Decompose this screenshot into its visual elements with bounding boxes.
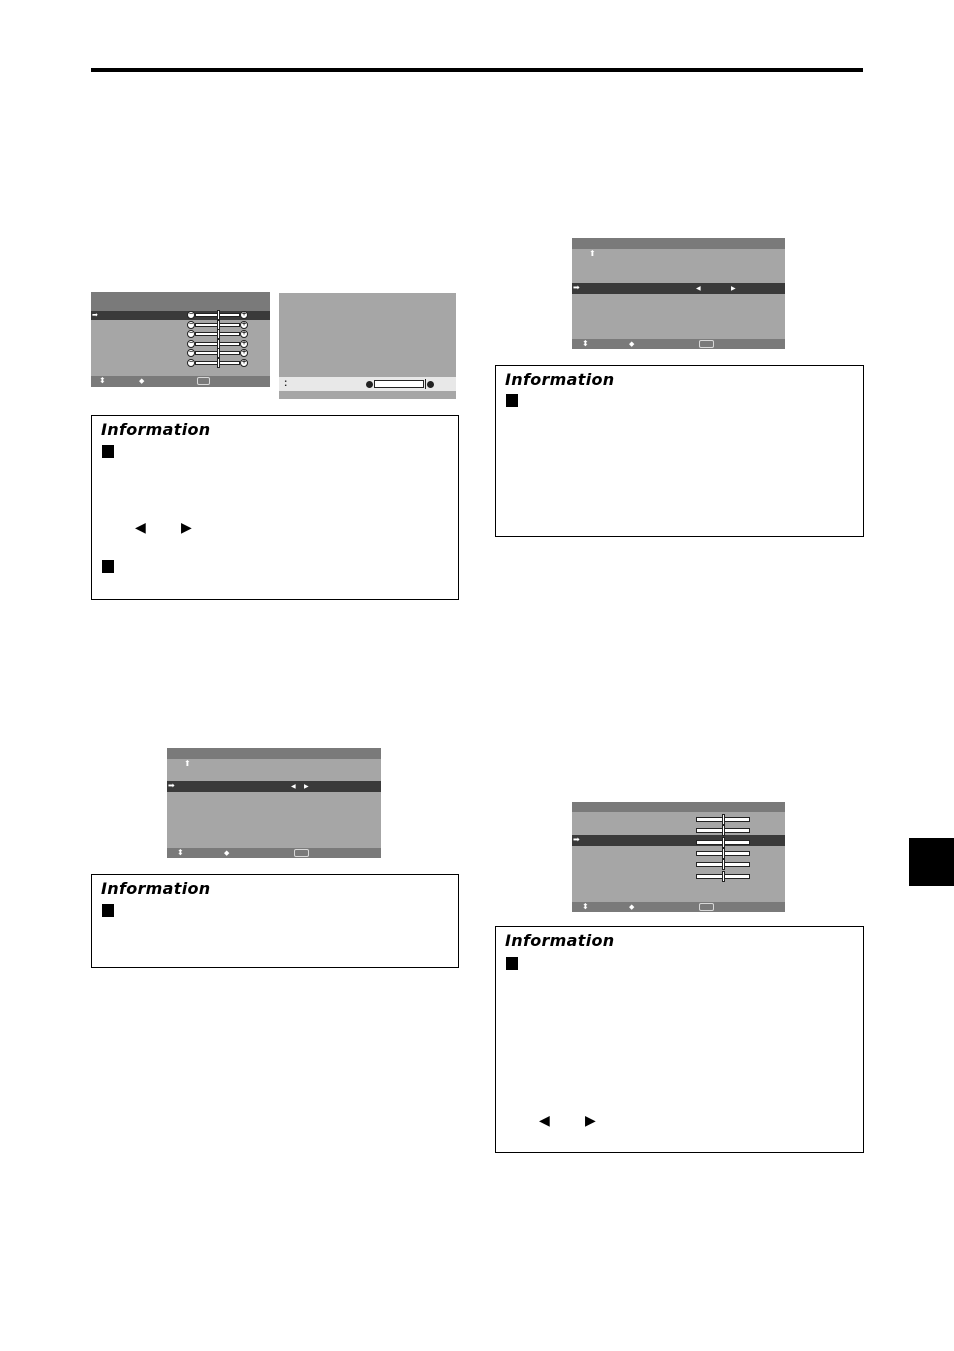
menu-footer: ⬍ ◆ [572,902,785,912]
slider-knob[interactable] [722,870,725,882]
slider-row-6[interactable]: − + [187,357,252,368]
slider-row-4[interactable] [696,847,750,859]
bullet-square [102,560,114,573]
color-adjust-screen: ➡ ⬍ ◆ [572,802,785,912]
slider-knob[interactable] [722,814,725,825]
information-box-4: Information ◀ ▶ [495,926,864,1153]
plus-icon [427,381,434,388]
slider-row-1[interactable]: − + [187,310,252,320]
minus-icon: − [187,311,195,319]
slider-row-2[interactable]: − + [187,319,252,330]
slider-knob[interactable] [216,319,220,330]
menu-footer: ⬍ ◆ [572,339,785,349]
menu-title-bar [572,238,785,249]
information-title: Information [101,879,211,898]
left-triangle-icon[interactable]: ◀ [696,285,701,293]
adjust-slider-end [425,379,426,389]
left-right-icon: ◆ [139,377,145,385]
menu-title-bar [167,748,381,759]
right-triangle-icon[interactable]: ▶ [304,783,309,791]
up-arrow-icon[interactable]: ⬆ [184,760,191,768]
slider-row-2[interactable] [696,825,750,837]
bullet-square [506,394,518,407]
menu-title-bar [91,292,270,311]
slider-knob[interactable] [722,825,725,837]
bullet-square [506,957,518,970]
information-title: Information [505,370,615,389]
up-arrow-icon[interactable]: ⬆ [589,250,596,258]
bullet-square [102,904,114,917]
up-down-icon: ⬍ [177,848,184,857]
slider-row-6[interactable] [696,870,750,882]
right-arrow-icon: ➡ [573,835,580,844]
minus-icon [366,381,373,388]
right-triangle-icon: ▶ [181,520,192,536]
plus-icon: + [240,339,248,348]
right-arrow-icon: ➡ [168,781,175,790]
information-box-1: Information ◀ ▶ [91,415,459,600]
bullet-square [102,445,114,458]
slider-knob[interactable] [216,338,220,349]
up-down-icon: ⬍ [99,376,106,385]
exit-box-icon [699,340,714,348]
picture-menu-screen: ➡ − + − + − + − + − + − + ⬍ ◆ [91,292,270,387]
plus-icon: + [240,349,248,357]
left-right-icon: ◆ [224,849,230,857]
slider-row-3[interactable] [696,836,750,848]
right-arrow-icon: ➡ [92,311,98,319]
left-triangle-icon[interactable]: ◀ [291,783,296,791]
section-tab [909,838,954,886]
slider-row-5[interactable] [696,859,750,871]
menu-footer: ⬍ ◆ [91,376,270,387]
minus-icon: − [187,339,195,348]
slider-knob[interactable] [216,357,220,368]
selected-row[interactable] [167,781,381,792]
menu-footer: ⬍ ◆ [167,848,381,858]
minus-icon: − [187,349,195,357]
slider-row-4[interactable]: − + [187,338,252,349]
minus-icon: − [187,320,195,329]
left-right-icon: ◆ [629,340,635,348]
left-triangle-icon: ◀ [135,520,146,536]
adjust-bar-screen: : [279,293,456,399]
selected-row[interactable] [572,835,785,846]
adjust-slider[interactable] [374,380,424,388]
slider-knob[interactable] [216,348,220,358]
information-title: Information [505,931,615,950]
plus-icon: + [240,358,248,367]
information-box-2: Information [495,365,864,537]
mode-menu-screen: ⬆ ➡ ◀ ▶ ⬍ ◆ [167,748,381,858]
options-menu-screen: ⬆ ➡ ◀ ▶ ⬍ ◆ [572,238,785,349]
right-triangle-icon[interactable]: ▶ [731,285,736,293]
top-rule [91,68,863,72]
plus-icon: + [240,320,248,329]
left-triangle-icon: ◀ [539,1113,550,1129]
minus-icon: − [187,330,195,338]
minus-icon: − [187,358,195,367]
slider-row-3[interactable]: − + [187,329,252,339]
slider-knob[interactable] [216,310,220,320]
right-arrow-icon: ➡ [573,283,580,292]
slider-row-5[interactable]: − + [187,348,252,358]
up-down-small-icon: : [284,378,288,389]
selected-row[interactable] [572,283,785,294]
slider-knob[interactable] [722,847,725,859]
up-down-icon: ⬍ [582,902,589,911]
plus-icon: + [240,330,248,338]
information-title: Information [101,420,211,439]
exit-box-icon [699,903,714,911]
left-right-icon: ◆ [629,903,635,911]
menu-title-bar [572,802,785,812]
exit-box-icon [294,849,309,857]
exit-box-icon [197,377,210,385]
slider-knob[interactable] [722,836,725,848]
right-triangle-icon: ▶ [585,1113,596,1129]
slider-knob[interactable] [216,329,220,339]
up-down-icon: ⬍ [582,339,589,348]
information-box-3: Information [91,874,459,968]
slider-row-1[interactable] [696,814,750,825]
plus-icon: + [240,311,248,319]
slider-knob[interactable] [722,859,725,871]
